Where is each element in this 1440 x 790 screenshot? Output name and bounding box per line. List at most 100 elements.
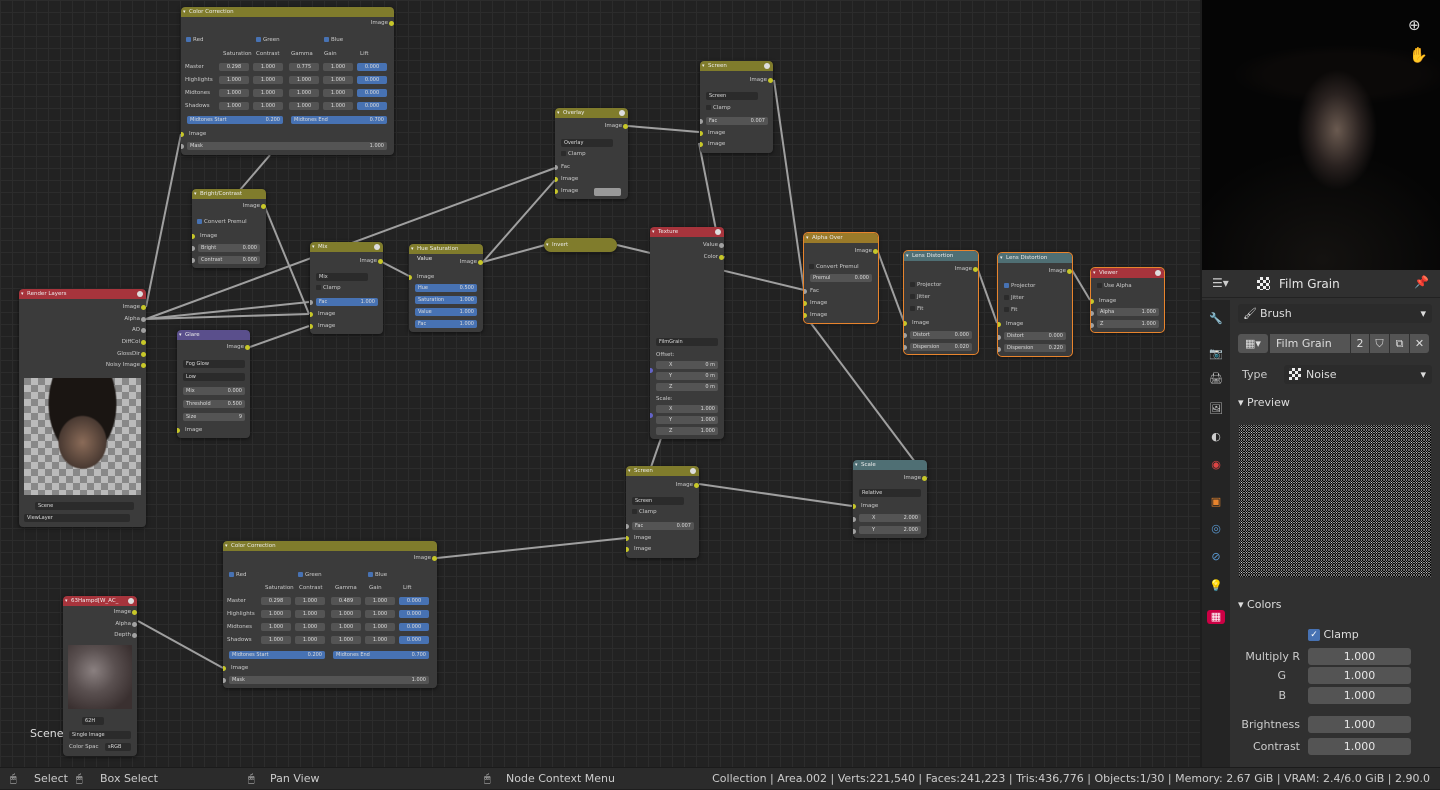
type-dropdown[interactable]: Noise ▾	[1284, 365, 1432, 384]
node-editor[interactable]: Color Correction Image Red Green Blue Sa…	[0, 0, 1200, 767]
cc-value-field[interactable]: 0.298	[219, 63, 249, 71]
output-socket[interactable]	[768, 78, 773, 83]
cc-value-field[interactable]: 0.000	[357, 89, 387, 97]
input-socket[interactable]	[409, 275, 412, 280]
properties-panel[interactable]: ☰▾ Film Grain 📌 🔧 📷 🖨 🖼 ◐ ◉ ▣ ◎ ⊘ 💡 ▦ 🖌 B…	[1202, 270, 1440, 767]
node-header[interactable]: Viewer	[1091, 268, 1164, 278]
hue-field[interactable]: Hue 0.500	[415, 284, 477, 292]
clamp-checkbox[interactable]: Clamp	[316, 284, 341, 292]
output-socket[interactable]	[245, 345, 250, 350]
offset-y-field[interactable]: Y0 m	[656, 372, 718, 380]
contrast-socket[interactable]	[192, 258, 195, 263]
bright-contrast-node[interactable]: Bright/Contrast Image Convert Premul Ima…	[192, 189, 266, 268]
input-socket-1[interactable]	[804, 301, 807, 306]
red-checkbox[interactable]: Red	[229, 571, 246, 579]
context-dropdown[interactable]: 🖌 Brush ▾	[1238, 304, 1432, 323]
hue-saturation-value-node[interactable]: Hue Saturation Value Image Image Hue0.50…	[409, 244, 483, 332]
midtones-start-field[interactable]: Midtones Start 0.200	[229, 651, 325, 659]
offset-z-field[interactable]: Z0 m	[656, 383, 718, 391]
output-socket[interactable]	[623, 124, 628, 129]
input-socket-2[interactable]	[310, 324, 313, 329]
node-header[interactable]: 63Hampd[W_AC_	[63, 596, 137, 606]
cc-value-field[interactable]: 1.000	[253, 89, 283, 97]
scale-z-field[interactable]: Z 1.000	[656, 427, 718, 435]
cc-value-field[interactable]: 0.489	[331, 597, 361, 605]
convert-premul-checkbox[interactable]: Convert Premul	[197, 218, 247, 226]
blend-mode-dropdown[interactable]: Screen	[632, 497, 684, 505]
lens-distortion-node-2[interactable]: Lens Distortion Image Projector Jitter F…	[997, 252, 1073, 357]
dispersion-field[interactable]: Dispersion 0.020	[910, 343, 972, 351]
cc-value-field[interactable]: 0.775	[289, 63, 319, 71]
blue-checkbox[interactable]: Blue	[368, 571, 387, 579]
duplicate-icon[interactable]: ⧉	[1390, 334, 1409, 353]
green-checkbox[interactable]: Green	[298, 571, 322, 579]
fac-field[interactable]: Fac 1.000	[316, 298, 378, 306]
red-checkbox[interactable]: Red	[186, 36, 203, 44]
output-socket[interactable]	[1067, 269, 1072, 274]
mix-node[interactable]: Mix Image Mix Clamp Fac1.000 Image Image	[310, 242, 383, 334]
cc-value-field[interactable]: 1.000	[219, 102, 249, 110]
cc-value-field[interactable]: 1.000	[365, 610, 395, 618]
cc-value-field[interactable]: 0.000	[399, 597, 429, 605]
output-socket[interactable]	[389, 21, 394, 26]
color-correction-node[interactable]: Color Correction Image Red Green Blue Sa…	[181, 7, 394, 155]
datablock-name[interactable]: Film Grain	[1270, 334, 1350, 353]
input-socket-2[interactable]	[700, 142, 703, 147]
cc-value-field[interactable]: 0.000	[357, 63, 387, 71]
midtones-end-field[interactable]: Midtones End 0.700	[333, 651, 429, 659]
scale-x-field[interactable]: X 1.000	[656, 405, 718, 413]
cc-value-field[interactable]: 1.000	[261, 623, 291, 631]
viewlayer-selector[interactable]: ViewLayer	[24, 514, 130, 522]
cc-value-field[interactable]: 1.000	[323, 63, 353, 71]
fit-checkbox[interactable]: Fit	[910, 305, 923, 313]
output-socket[interactable]	[694, 483, 699, 488]
fac-socket[interactable]	[555, 165, 558, 170]
mask-field[interactable]: Mask 1.000	[187, 142, 387, 150]
input-socket-2[interactable]	[626, 547, 629, 552]
cc-value-field[interactable]: 1.000	[295, 610, 325, 618]
cc-value-field[interactable]: 1.000	[253, 63, 283, 71]
input-socket-2[interactable]	[555, 189, 558, 194]
y-socket[interactable]	[853, 529, 856, 534]
image-users-field[interactable]: 62H	[82, 717, 104, 725]
cc-value-field[interactable]: 1.000	[261, 636, 291, 644]
cc-value-field[interactable]: 0.000	[399, 623, 429, 631]
glossdir-socket[interactable]	[141, 352, 146, 357]
output-socket[interactable]	[973, 267, 978, 272]
scale-node[interactable]: Scale Image Relative Image X2.000 Y2.000	[853, 460, 927, 538]
fac-field[interactable]: Fac 0.007	[632, 522, 694, 530]
x-socket[interactable]	[853, 517, 856, 522]
cc-value-field[interactable]: 0.000	[357, 76, 387, 84]
glare-node[interactable]: Glare Image Fog Glow Low Mix0.000 Thresh…	[177, 330, 250, 438]
cc-value-field[interactable]: 1.000	[331, 610, 361, 618]
screen-node[interactable]: Screen Image Screen Clamp Fac0.007 Image…	[700, 61, 773, 153]
texture-browse-icon[interactable]: ▦▾	[1238, 334, 1268, 353]
clamp-checkbox[interactable]: Clamp	[561, 150, 586, 158]
cc-value-field[interactable]: 1.000	[331, 623, 361, 631]
cc-value-field[interactable]: 1.000	[365, 623, 395, 631]
blend-mode-dropdown[interactable]: Overlay	[561, 139, 613, 147]
input-socket[interactable]	[904, 321, 907, 326]
image-preview-area[interactable]: ⊕ ✋	[1202, 0, 1440, 270]
mask-socket[interactable]	[181, 144, 184, 149]
clamp-checkbox[interactable]: Clamp	[632, 508, 657, 516]
cc-value-field[interactable]: 1.000	[261, 610, 291, 618]
input-socket-1[interactable]	[700, 131, 703, 136]
midtones-start-field[interactable]: Midtones Start 0.200	[187, 116, 283, 124]
saturation-field[interactable]: Saturation 1.000	[415, 296, 477, 304]
cc-value-field[interactable]: 1.000	[331, 636, 361, 644]
scale-y-field[interactable]: Y 1.000	[656, 416, 718, 424]
node-header[interactable]: Mix	[310, 242, 383, 252]
depth-socket[interactable]	[132, 633, 137, 638]
invert-node[interactable]: Invert	[544, 238, 617, 252]
hand-icon[interactable]: ✋	[1409, 46, 1428, 64]
node-header[interactable]: Scale	[853, 460, 927, 470]
color-socket[interactable]	[719, 255, 724, 260]
clamp-checkbox[interactable]: ✓ Clamp	[1308, 628, 1359, 641]
image-source-dropdown[interactable]: Single Image	[69, 731, 131, 739]
fac-socket[interactable]	[804, 289, 807, 294]
lens-distortion-node-1[interactable]: Lens Distortion Image Projector Jitter F…	[903, 250, 979, 355]
blue-checkbox[interactable]: Blue	[324, 36, 343, 44]
fac-field[interactable]: Fac 1.000	[415, 320, 477, 328]
midtones-end-field[interactable]: Midtones End 0.700	[291, 116, 387, 124]
